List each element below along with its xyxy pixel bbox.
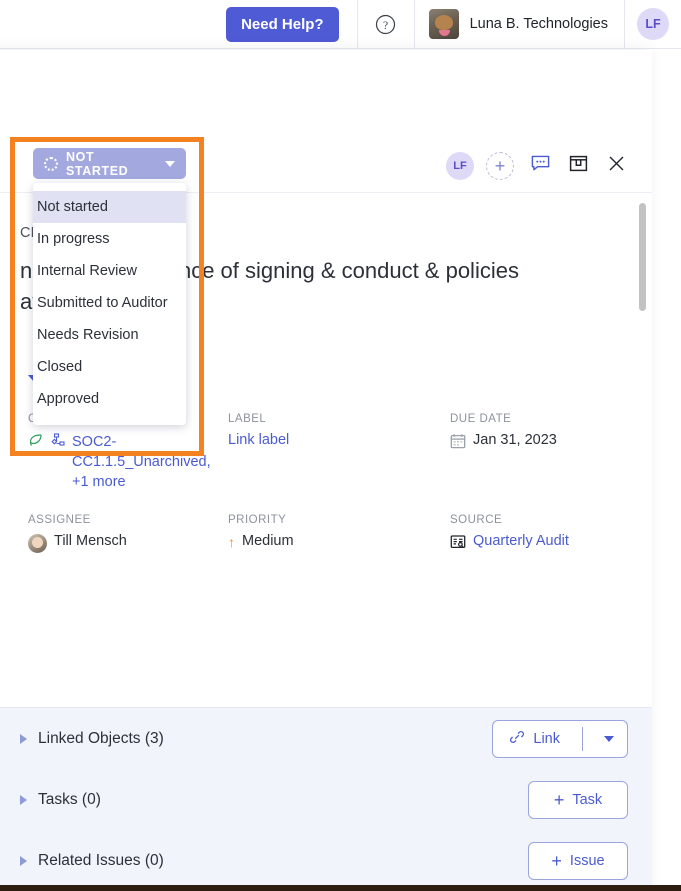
field-value-controls[interactable]: SOC2-CC1.1.5_Unarchived, +1 more (28, 432, 228, 492)
scrollbar-thumb[interactable] (639, 203, 646, 311)
close-button[interactable] (604, 154, 628, 178)
comment-bubble-icon (531, 155, 550, 177)
field-assignee: ASSIGNEE Till Mensch (28, 492, 228, 554)
link-dropdown-toggle[interactable] (591, 735, 627, 742)
archive-box-icon (569, 154, 588, 178)
header-divider-3 (624, 0, 625, 49)
field-label-due-date: DUE DATE (450, 413, 512, 425)
related-sections: Linked Objects (3) Link Tasks (0) + Task… (0, 707, 652, 891)
tasks-toggle[interactable]: Tasks (0) (20, 791, 101, 809)
status-option-in-progress[interactable]: In progress (33, 223, 186, 255)
link-chain-icon (509, 729, 525, 749)
field-due-date: DUE DATE Jan 31, 2023 (450, 413, 628, 492)
status-option-approved[interactable]: Approved (33, 383, 186, 415)
field-label: LABEL Link label (228, 413, 450, 492)
field-label-assignee: ASSIGNEE (28, 514, 91, 526)
button-divider (582, 726, 583, 751)
comment-button[interactable] (528, 154, 552, 178)
field-label-label: LABEL (228, 413, 267, 425)
help-icon-button[interactable]: ? (358, 0, 414, 49)
linked-objects-toggle[interactable]: Linked Objects (3) (20, 730, 164, 748)
close-x-icon (608, 155, 625, 177)
details-field-grid: CONTROLS (28, 413, 628, 554)
calendar-icon (450, 433, 466, 453)
field-value-due-date[interactable]: Jan 31, 2023 (450, 432, 628, 453)
chevron-right-icon (20, 794, 27, 805)
arrow-up-icon: ↑ (228, 534, 235, 550)
status-current-label: NOT STARTED (66, 149, 129, 178)
field-value-assignee[interactable]: Till Mensch (28, 533, 228, 553)
section-linked-objects: Linked Objects (3) Link (20, 708, 628, 769)
due-date-text: Jan 31, 2023 (473, 432, 557, 448)
archive-button[interactable] (566, 154, 590, 178)
control-more-link[interactable]: +1 more (72, 474, 126, 490)
org-selector[interactable]: Luna B. Technologies (415, 0, 624, 49)
org-name: Luna B. Technologies (469, 16, 608, 32)
add-task-label: Task (572, 791, 603, 808)
tasks-label: Tasks (0) (38, 790, 101, 808)
status-option-closed[interactable]: Closed (33, 351, 186, 383)
question-mark-circle-icon: ? (375, 14, 396, 35)
status-option-submitted-to-auditor[interactable]: Submitted to Auditor (33, 287, 186, 319)
field-value-source[interactable]: Quarterly Audit (450, 533, 628, 554)
user-avatar[interactable]: LF (637, 8, 669, 40)
status-option-not-started[interactable]: Not started (33, 191, 186, 223)
field-label-source: SOURCE (450, 514, 503, 526)
status-button[interactable]: NOT STARTED (33, 148, 186, 179)
field-value-priority[interactable]: ↑ Medium (228, 533, 450, 551)
linked-objects-label: Linked Objects (3) (38, 729, 164, 747)
add-issue-button[interactable]: + Issue (528, 841, 628, 880)
leaf-icon (28, 433, 43, 452)
status-options-menu: Not started In progress Internal Review … (33, 183, 186, 425)
panel-top-space (0, 50, 652, 140)
control-link[interactable]: SOC2-CC1.1.5_Unarchived, (72, 434, 211, 470)
field-label-priority: PRIORITY (228, 514, 287, 526)
add-collaborator-button[interactable]: + (486, 152, 514, 180)
field-priority: PRIORITY ↑ Medium (228, 492, 450, 554)
link-button[interactable]: Link (492, 719, 628, 758)
chevron-down-icon (604, 735, 614, 742)
app-header: Need Help? ? Luna B. Technologies LF (0, 0, 681, 49)
field-value-label[interactable]: Link label (228, 432, 450, 448)
field-source: SOURCE Quarterly Audit (450, 492, 628, 554)
control-node-icon (50, 433, 65, 452)
user-avatar (28, 534, 47, 553)
source-link[interactable]: Quarterly Audit (473, 533, 569, 549)
status-option-needs-revision[interactable]: Needs Revision (33, 319, 186, 351)
chevron-right-icon (20, 733, 27, 744)
related-issues-label: Related Issues (0) (38, 851, 164, 869)
status-option-internal-review[interactable]: Internal Review (33, 255, 186, 287)
chevron-right-icon (20, 855, 27, 866)
collaborator-avatar[interactable]: LF (446, 152, 474, 180)
chevron-down-icon (165, 160, 175, 167)
section-related-issues: Related Issues (0) + Issue (20, 830, 628, 891)
svg-text:?: ? (383, 19, 388, 31)
status-dropdown-widget: NOT STARTED Not started In progress Inte… (33, 148, 186, 425)
bottom-strip (0, 885, 681, 891)
not-started-circle-icon (44, 156, 58, 171)
audit-document-icon (450, 534, 466, 554)
section-tasks: Tasks (0) + Task (20, 769, 628, 830)
dog-photo-avatar (428, 9, 459, 39)
related-issues-toggle[interactable]: Related Issues (0) (20, 852, 164, 870)
priority-text: Medium (242, 533, 294, 549)
need-help-button[interactable]: Need Help? (226, 6, 339, 42)
scrollbar-track[interactable] (639, 197, 649, 703)
assignee-name: Till Mensch (54, 533, 127, 549)
link-button-label: Link (533, 730, 560, 747)
add-task-button[interactable]: + Task (528, 780, 628, 819)
add-issue-label: Issue (569, 852, 605, 869)
